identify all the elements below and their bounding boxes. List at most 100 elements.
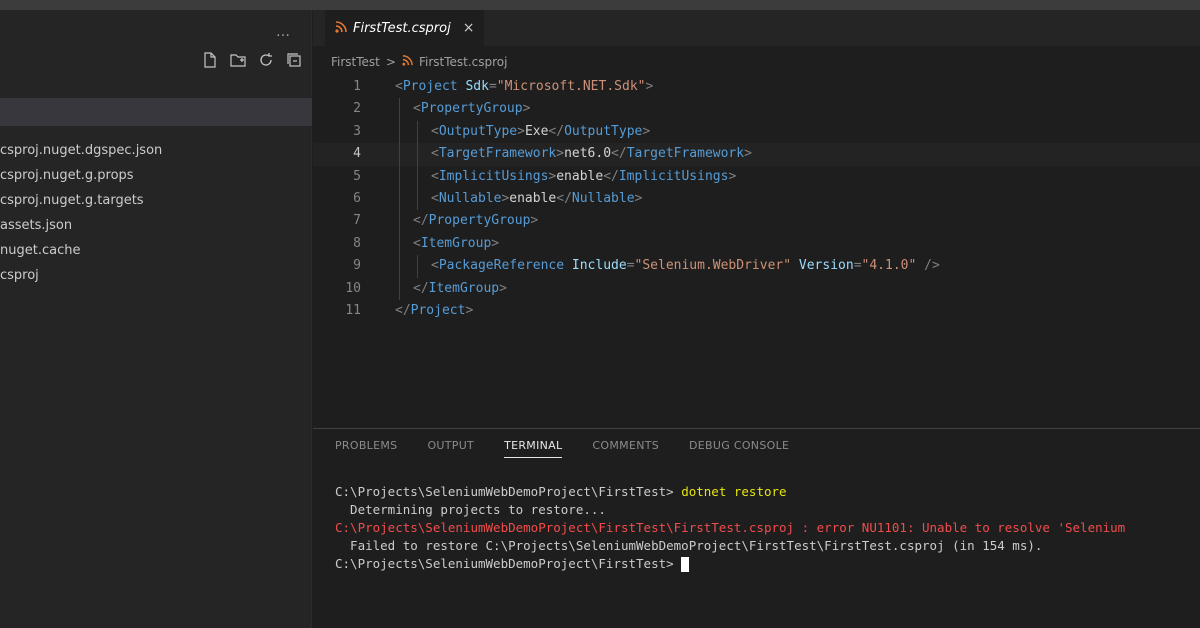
code-token: enable <box>509 190 557 206</box>
rss-icon <box>335 20 347 36</box>
close-icon[interactable]: × <box>463 20 475 36</box>
code-token: Project <box>410 302 466 318</box>
code-line[interactable]: 3 <OutputType>Exe</OutputType> <box>313 120 1200 144</box>
explorer-sidebar: … csproj.nuget.dgspec.json csproj.nuget.… <box>0 10 312 628</box>
editor-area: FirstTest.csproj × FirstTest > FirstTest… <box>313 10 1200 428</box>
code-token: OutputType <box>564 123 643 139</box>
code-line[interactable]: 2 <PropertyGroup> <box>313 98 1200 121</box>
code-token: </ <box>413 213 429 229</box>
more-actions-icon[interactable]: … <box>276 24 291 40</box>
refresh-icon[interactable] <box>256 50 276 70</box>
tab-terminal[interactable]: TERMINAL <box>504 439 563 458</box>
code-line[interactable]: 8 <ItemGroup> <box>313 232 1200 256</box>
code-line[interactable]: 7 </PropertyGroup> <box>313 210 1200 233</box>
code-editor[interactable]: 1 <Project Sdk="Microsoft.NET.Sdk"> 2 <Prop… <box>313 76 1200 322</box>
line-number: 6 <box>353 190 361 206</box>
breadcrumb-file[interactable]: FirstTest.csproj <box>419 55 508 69</box>
code-token: > <box>634 190 643 206</box>
code-token: PropertyGroup <box>420 101 523 117</box>
code-token: TargetFramework <box>626 146 745 162</box>
file-tree: csproj.nuget.dgspec.json csproj.nuget.g.… <box>0 138 312 288</box>
file-tree-item[interactable]: csproj.nuget.dgspec.json <box>0 138 312 163</box>
code-token: > <box>465 302 474 318</box>
code-text: </Project> <box>395 300 473 322</box>
code-token: TargetFramework <box>438 146 557 162</box>
code-token: ItemGroup <box>428 280 500 296</box>
code-text: <ImplicitUsings>enable</ImplicitUsings> <box>431 166 736 188</box>
breadcrumb: FirstTest > FirstTest.csproj <box>331 52 507 72</box>
code-token: < <box>431 146 439 162</box>
code-token: "4.1.0" <box>861 258 917 274</box>
code-token: </ <box>603 168 619 184</box>
code-line[interactable]: 6 <Nullable>enable</Nullable> <box>313 187 1200 211</box>
code-token: Sdk <box>465 79 489 94</box>
code-token: < <box>413 101 421 117</box>
tab-debug-console[interactable]: DEBUG CONSOLE <box>689 439 789 458</box>
bottom-panel: PROBLEMS OUTPUT TERMINAL COMMENTS DEBUG … <box>313 428 1200 628</box>
code-token: = <box>853 258 862 274</box>
line-number: 1 <box>353 79 361 94</box>
code-line[interactable]: 9 <PackageReference Include="Selenium.Web… <box>313 255 1200 278</box>
file-tree-item[interactable]: csproj.nuget.g.targets <box>0 188 312 213</box>
code-line[interactable]: 5 <ImplicitUsings>enable</ImplicitUsings> <box>313 165 1200 188</box>
new-folder-icon[interactable] <box>228 50 248 70</box>
code-token: enable <box>556 168 604 184</box>
code-line[interactable]: 4 <TargetFramework>net6.0</TargetFramewor… <box>313 143 1200 166</box>
tab-output[interactable]: OUTPUT <box>427 439 474 458</box>
explorer-actions <box>200 50 304 70</box>
title-bar <box>0 0 1200 10</box>
code-token: > <box>517 123 525 139</box>
terminal-error-line: C:\Projects\SeleniumWebDemoProject\First… <box>335 520 1126 535</box>
line-number: 8 <box>353 235 361 251</box>
code-token: > <box>645 79 654 94</box>
terminal-line: C:\Projects\SeleniumWebDemoProject\First… <box>335 483 1200 501</box>
code-token: Nullable <box>438 190 502 206</box>
new-file-icon[interactable] <box>200 50 220 70</box>
terminal-line: C:\Projects\SeleniumWebDemoProject\First… <box>335 555 1200 573</box>
indent-guide <box>417 120 418 144</box>
terminal-prompt: C:\Projects\SeleniumWebDemoProject\First… <box>335 556 682 571</box>
file-tree-item[interactable]: nuget.cache <box>0 238 312 263</box>
file-tree-item[interactable]: csproj <box>0 263 312 288</box>
terminal-output[interactable]: C:\Projects\SeleniumWebDemoProject\First… <box>335 483 1200 573</box>
code-token: < <box>413 235 421 251</box>
breadcrumb-folder[interactable]: FirstTest <box>331 55 380 69</box>
line-number: 10 <box>345 280 361 296</box>
code-token: < <box>431 190 439 206</box>
code-token: = <box>626 258 635 274</box>
code-line[interactable]: 11 </Project> <box>313 300 1200 322</box>
code-line[interactable]: 10 </ItemGroup> <box>313 277 1200 300</box>
line-number: 5 <box>353 168 361 184</box>
indent-guide <box>417 187 418 211</box>
editor-tab-firsttest-csproj[interactable]: FirstTest.csproj × <box>325 10 485 46</box>
code-token: PropertyGroup <box>428 213 531 229</box>
code-text: <ItemGroup> <box>413 233 499 255</box>
indent-guide <box>399 165 400 188</box>
file-tree-item[interactable]: csproj.nuget.g.props <box>0 163 312 188</box>
indent-guide <box>417 143 418 166</box>
indent-guide <box>417 165 418 188</box>
file-tree-item[interactable]: assets.json <box>0 213 312 238</box>
code-token: < <box>431 168 439 184</box>
code-token: net6.0 <box>564 146 612 162</box>
line-number: 4 <box>353 146 361 162</box>
code-token: ImplicitUsings <box>438 168 549 184</box>
editor-tab-label: FirstTest.csproj <box>353 20 451 36</box>
tab-problems[interactable]: PROBLEMS <box>335 439 397 458</box>
code-token: > <box>499 280 507 296</box>
code-token: > <box>642 123 651 139</box>
code-text: </ItemGroup> <box>413 278 507 300</box>
explorer-selected-row[interactable] <box>0 98 312 126</box>
code-token: ImplicitUsings <box>618 168 729 184</box>
code-token: < <box>395 79 403 94</box>
code-line[interactable]: 1 <Project Sdk="Microsoft.NET.Sdk"> <box>313 76 1200 98</box>
code-text: <PackageReference Include="Selenium.WebD… <box>431 255 940 277</box>
terminal-cursor <box>681 557 690 572</box>
code-text: <Nullable>enable</Nullable> <box>431 188 642 210</box>
collapse-all-icon[interactable] <box>284 50 304 70</box>
indent-guide <box>399 187 400 211</box>
code-token: Project <box>402 79 466 94</box>
tab-comments[interactable]: COMMENTS <box>592 439 659 458</box>
code-token: = <box>488 79 497 94</box>
code-text: </PropertyGroup> <box>413 210 538 232</box>
